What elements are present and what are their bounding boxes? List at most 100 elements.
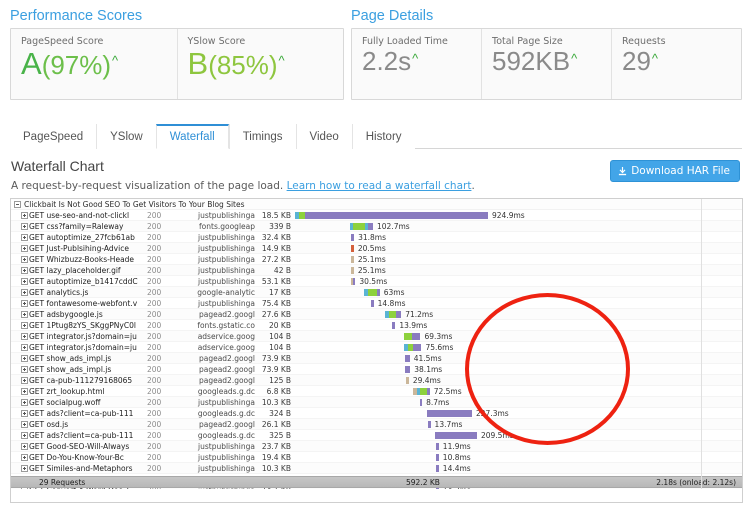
pagespeed-score-metric[interactable]: PageSpeed Score A(97%)^ (11, 29, 178, 99)
expand-row-icon[interactable] (21, 233, 28, 241)
row-expander-cell[interactable] (11, 365, 29, 373)
expand-row-icon[interactable] (21, 442, 28, 450)
row-expander-cell[interactable] (11, 409, 29, 417)
waterfall-bar[interactable] (351, 233, 355, 241)
table-row[interactable]: GET use-seo-and-not-clickl 200 justpublish… (11, 210, 742, 221)
row-expander-cell[interactable] (11, 431, 29, 439)
tab-pagespeed[interactable]: PageSpeed (10, 124, 97, 149)
waterfall-bar[interactable] (420, 398, 423, 406)
table-row[interactable]: GET fontawesome-webfont.v 200 justpublishi… (11, 298, 742, 309)
waterfall-bar[interactable] (385, 310, 402, 318)
expand-row-icon[interactable] (21, 464, 28, 472)
waterfall-group-header[interactable]: Clickbait Is Not Good SEO To Get Visitor… (11, 199, 742, 210)
waterfall-bar[interactable] (363, 288, 380, 296)
row-expander-cell[interactable] (11, 255, 29, 263)
row-expander-cell[interactable] (11, 277, 29, 285)
row-expander-cell[interactable] (11, 266, 29, 274)
table-row[interactable]: GET osd.js 200 pagead2.googl 26.1 KB 13.7ms (11, 419, 742, 430)
table-row[interactable]: GET adsbygoogle.js 200 pagead2.googl 27.6 K… (11, 309, 742, 320)
table-row[interactable]: GET autoptimize_27fcb61ab 200 justpublishi… (11, 232, 742, 243)
waterfall-bar[interactable] (427, 409, 472, 417)
waterfall-bar[interactable] (435, 453, 439, 461)
expand-row-icon[interactable] (21, 420, 28, 428)
tab-yslow[interactable]: YSlow (96, 124, 156, 149)
table-row[interactable]: GET autoptimize_b1417cddC 200 justpublishi… (11, 276, 742, 287)
waterfall-bar[interactable] (405, 365, 411, 373)
waterfall-bar[interactable] (427, 420, 431, 428)
expand-row-icon[interactable] (21, 387, 28, 395)
tab-waterfall[interactable]: Waterfall (155, 124, 229, 149)
table-row[interactable]: GET show_ads_impl.js 200 pagead2.googl 73.9… (11, 353, 742, 364)
table-row[interactable]: GET lazy_placeholder.gif 200 justpublishin… (11, 265, 742, 276)
waterfall-bar[interactable] (350, 222, 373, 230)
expand-row-icon[interactable] (21, 299, 28, 307)
requests-metric[interactable]: Requests 29^ (612, 29, 741, 99)
expand-row-icon[interactable] (21, 409, 28, 417)
expand-row-icon[interactable] (21, 277, 28, 285)
expand-row-icon[interactable] (21, 398, 28, 406)
row-expander-cell[interactable] (11, 420, 29, 428)
total-page-size-metric[interactable]: Total Page Size 592KB^ (482, 29, 612, 99)
expand-row-icon[interactable] (21, 244, 28, 252)
row-expander-cell[interactable] (11, 288, 29, 296)
download-har-button[interactable]: Download HAR File (610, 160, 740, 182)
waterfall-bar[interactable] (412, 387, 430, 395)
tab-timings[interactable]: Timings (228, 124, 296, 149)
yslow-score-metric[interactable]: YSlow Score B(85%)^ (178, 29, 344, 99)
table-row[interactable]: GET Do-You-Know-Your-Bc 200 justpublishing… (11, 452, 742, 463)
table-row[interactable]: GET ads?client=ca-pub-111 200 googleads.g.… (11, 408, 742, 419)
row-expander-cell[interactable] (11, 233, 29, 241)
expand-row-icon[interactable] (21, 288, 28, 296)
waterfall-bar[interactable] (404, 343, 422, 351)
waterfall-bar[interactable] (405, 376, 409, 384)
fully-loaded-time-metric[interactable]: Fully Loaded Time 2.2s^ (352, 29, 482, 99)
row-expander-cell[interactable] (11, 453, 29, 461)
table-row[interactable]: GET Whizbuzz-Books-Heade 200 justpublishin… (11, 254, 742, 265)
row-expander-cell[interactable] (11, 387, 29, 395)
waterfall-bar[interactable] (350, 255, 354, 263)
expand-row-icon[interactable] (21, 453, 28, 461)
table-row[interactable]: GET ca-pub-111279168065 200 pagead2.googl 1… (11, 375, 742, 386)
row-expander-cell[interactable] (11, 299, 29, 307)
table-row[interactable]: GET analytics.js 200 google-analytic 17 KB 6… (11, 287, 742, 298)
waterfall-bar[interactable] (404, 332, 421, 340)
table-row[interactable]: GET integrator.js?domain=ju 200 adservice.… (11, 342, 742, 353)
table-row[interactable]: GET Similes-and-Metaphors 200 justpublishi… (11, 463, 742, 474)
expand-row-icon[interactable] (21, 343, 28, 351)
table-row[interactable]: GET integrator.js?domain=ju 200 adservice.… (11, 331, 742, 342)
row-expander-cell[interactable] (11, 354, 29, 362)
row-expander-cell[interactable] (11, 376, 29, 384)
row-expander-cell[interactable] (11, 343, 29, 351)
waterfall-bar[interactable] (435, 464, 439, 472)
waterfall-bar[interactable] (350, 266, 354, 274)
expand-row-icon[interactable] (21, 222, 28, 230)
waterfall-bar[interactable] (295, 211, 488, 219)
table-row[interactable]: GET ads?client=ca-pub-111 200 googleads.g.… (11, 430, 742, 441)
row-expander-cell[interactable] (11, 332, 29, 340)
table-row[interactable]: GET show_ads_impl.js 200 pagead2.googl 73.9… (11, 364, 742, 375)
waterfall-chart[interactable]: Clickbait Is Not Good SEO To Get Visitor… (10, 198, 743, 503)
waterfall-bar[interactable] (392, 321, 396, 329)
expand-row-icon[interactable] (21, 266, 28, 274)
row-expander-cell[interactable] (11, 442, 29, 450)
waterfall-bar[interactable] (435, 442, 439, 450)
table-row[interactable]: GET Good-SEO-Will-Always 200 justpublishin… (11, 441, 742, 452)
tab-history[interactable]: History (351, 124, 415, 149)
row-expander-cell[interactable] (11, 244, 29, 252)
table-row[interactable]: GET zrt_lookup.html 200 googleads.g.dc 6.8 … (11, 386, 742, 397)
row-expander-cell[interactable] (11, 222, 29, 230)
table-row[interactable]: GET css?family=Raleway 200 fonts.googleap 3… (11, 221, 742, 232)
row-expander-cell[interactable] (11, 398, 29, 406)
row-expander-cell[interactable] (11, 211, 29, 219)
expand-row-icon[interactable] (21, 211, 28, 219)
waterfall-bar[interactable] (351, 277, 356, 285)
row-expander-cell[interactable] (11, 321, 29, 329)
waterfall-bar[interactable] (370, 299, 374, 307)
expand-row-icon[interactable] (21, 255, 28, 263)
expand-row-icon[interactable] (21, 354, 28, 362)
expand-row-icon[interactable] (21, 310, 28, 318)
waterfall-bar[interactable] (350, 244, 354, 252)
table-row[interactable]: GET Just-Publsihing-Advice 200 justpublish… (11, 243, 742, 254)
table-row[interactable]: GET socialpug.woff 200 justpublishinga 10.3… (11, 397, 742, 408)
expand-row-icon[interactable] (21, 431, 28, 439)
